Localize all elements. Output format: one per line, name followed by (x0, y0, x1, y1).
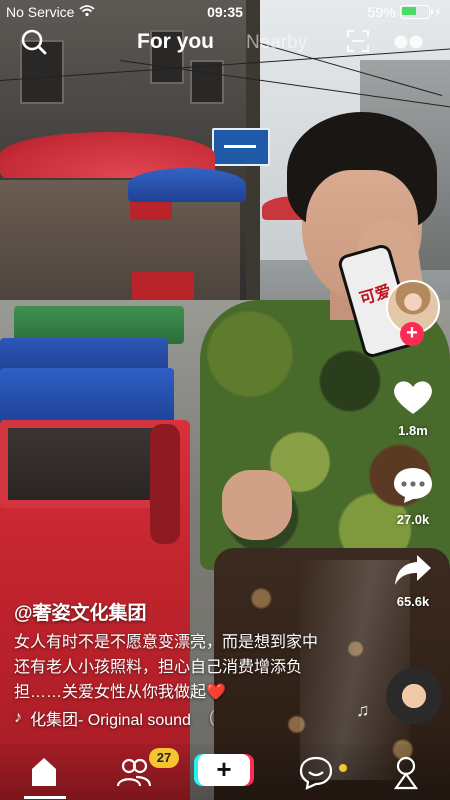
live-icon[interactable] (393, 34, 425, 50)
charging-bolt-icon: ⚡ (433, 5, 442, 19)
video-blue-umbrella (128, 168, 246, 202)
active-tab-indicator (24, 796, 66, 799)
notification-dot (339, 764, 347, 772)
music-disc-icon[interactable] (386, 668, 442, 724)
tab-nearby[interactable]: Nearby (246, 32, 307, 54)
share-button[interactable]: 65.6k (378, 553, 448, 609)
friends-badge: 27 (149, 748, 179, 768)
follow-button[interactable]: + (400, 322, 424, 346)
sound-title-trail: ( (208, 709, 215, 726)
share-count: 65.6k (396, 594, 430, 609)
inbox-icon[interactable] (296, 752, 336, 792)
sound-row[interactable]: ♪ 化集团- Original sound ( (14, 706, 214, 730)
comment-icon[interactable] (378, 465, 448, 510)
home-icon[interactable] (24, 752, 64, 792)
video-street-sign (212, 128, 270, 166)
status-right: 59% ⚡ (368, 4, 442, 20)
tab-for-you[interactable]: For you (137, 30, 214, 54)
status-bar: No Service 09:35 59% ⚡ (0, 0, 450, 24)
sound-title[interactable]: 化集团- Original sound (30, 706, 191, 730)
comment-count: 27.0k (396, 512, 430, 527)
like-count: 1.8m (398, 423, 428, 438)
create-button[interactable]: + (198, 754, 250, 786)
creator-avatar-button[interactable]: + (386, 280, 440, 346)
scan-icon[interactable] (346, 29, 370, 53)
profile-icon[interactable] (386, 752, 426, 792)
bottom-tab-bar: 27 + (0, 744, 450, 800)
battery-percent: 59% (367, 4, 396, 20)
music-note-icon: ♪ (14, 709, 22, 726)
author-handle[interactable]: @奢姿文化集团 (14, 598, 147, 625)
like-button[interactable]: 1.8m (378, 378, 448, 438)
battery-icon (399, 5, 433, 19)
friends-icon[interactable] (114, 752, 154, 792)
top-nav: For you Nearby (0, 26, 450, 60)
share-arrow-icon[interactable] (378, 553, 448, 592)
heart-icon[interactable] (378, 378, 448, 421)
music-note-icon: ♫ (356, 700, 370, 720)
search-icon[interactable] (20, 28, 48, 56)
comment-button[interactable]: 27.0k (378, 465, 448, 527)
video-bin-handle (150, 424, 180, 544)
video-lower-hand (222, 470, 292, 540)
video-caption[interactable]: 女人有时不是不愿意变漂亮，而是想到家中还有老人小孩照料，担心自己消费增添负担……… (14, 630, 324, 705)
